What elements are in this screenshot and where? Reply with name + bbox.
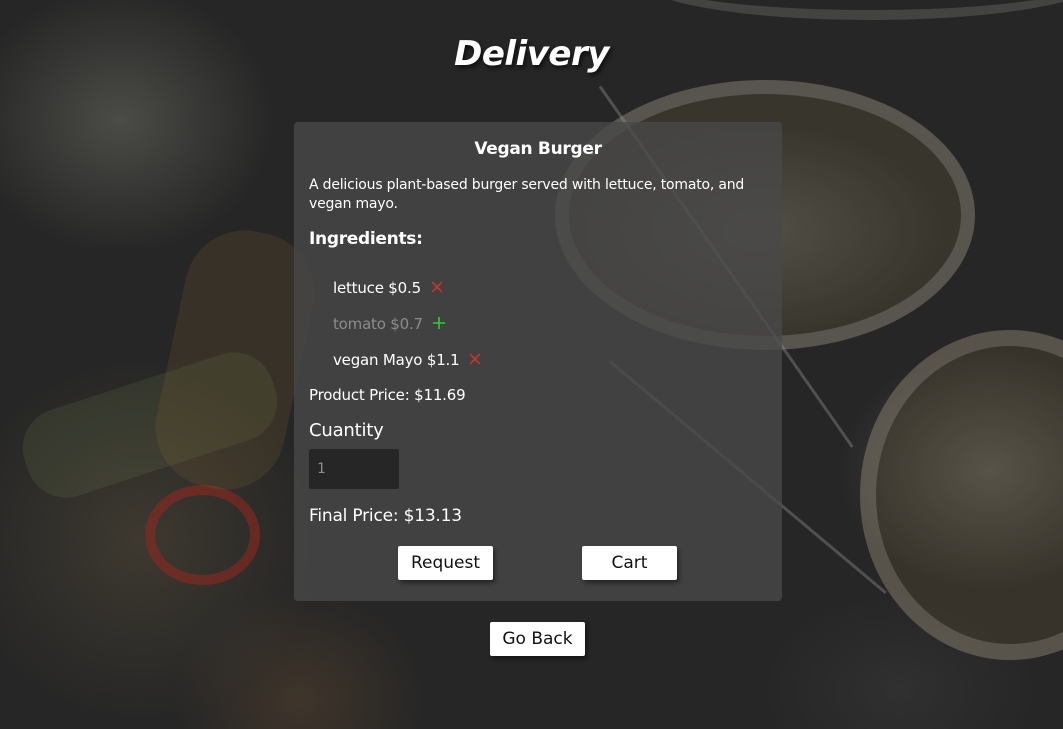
go-back-button[interactable]: Go Back: [490, 622, 585, 656]
ingredient-label: lettuce $0.5: [333, 279, 421, 297]
ingredient-label: vegan Mayo $1.1: [333, 351, 460, 369]
quantity-label: Cuantity: [309, 420, 384, 441]
ingredient-item-tomato: tomato $0.7: [333, 315, 447, 333]
ingredient-item-lettuce: lettuce $0.5: [333, 279, 445, 297]
remove-icon: [470, 353, 481, 365]
background-bowl: [640, 0, 1063, 20]
remove-ingredient-button[interactable]: [429, 279, 445, 295]
ingredient-label: tomato $0.7: [333, 315, 423, 333]
quantity-input[interactable]: [309, 449, 399, 489]
product-card: Vegan Burger A delicious plant-based bur…: [294, 122, 782, 601]
ingredients-heading: Ingredients:: [309, 229, 423, 249]
background-tomato-slice: [145, 485, 260, 585]
ingredient-item-vegan-mayo: vegan Mayo $1.1: [333, 351, 483, 369]
remove-ingredient-button[interactable]: [467, 351, 483, 367]
remove-icon: [431, 281, 443, 293]
add-ingredient-button[interactable]: [431, 315, 447, 331]
product-description: A delicious plant-based burger served wi…: [309, 177, 745, 212]
page-title: Delivery: [454, 34, 609, 74]
product-price: Product Price: $11.69: [309, 386, 466, 404]
cart-button[interactable]: Cart: [582, 546, 677, 580]
background-bowl: [860, 330, 1063, 660]
product-name: Vegan Burger: [474, 139, 602, 159]
request-button[interactable]: Request: [398, 546, 493, 580]
add-icon: [432, 316, 446, 330]
final-price: Final Price: $13.13: [309, 506, 462, 526]
